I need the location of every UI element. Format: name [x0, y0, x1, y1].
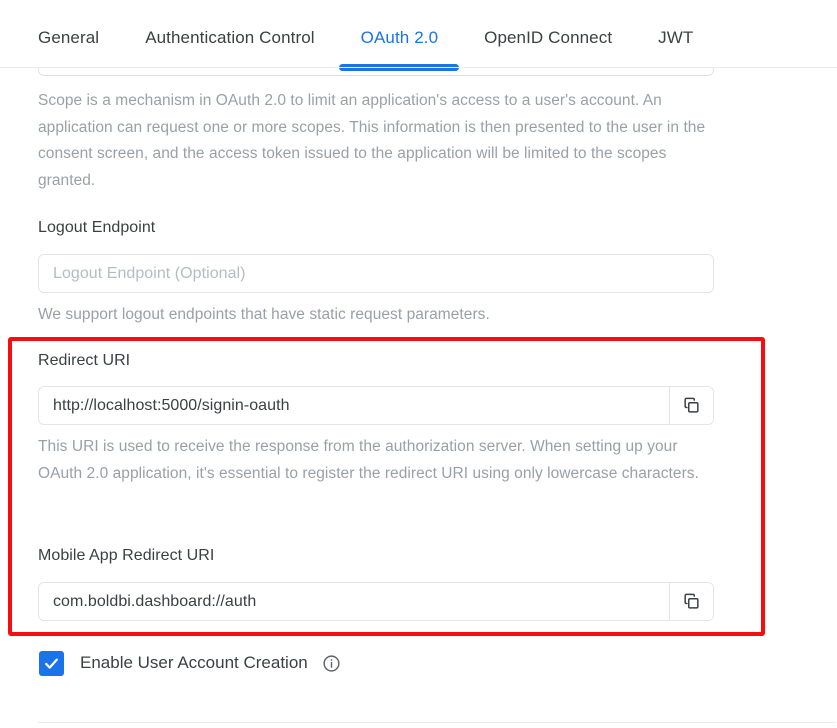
tab-label: OAuth 2.0	[360, 28, 439, 47]
copy-icon	[682, 592, 701, 611]
tab-authentication-control[interactable]: Authentication Control	[145, 22, 314, 50]
mobile-redirect-uri-label: Mobile App Redirect URI	[38, 547, 215, 564]
redirect-uri-copy-button[interactable]	[669, 387, 713, 424]
logout-endpoint-field[interactable]: Logout Endpoint (Optional)	[38, 254, 714, 293]
tab-list: General Authentication Control OAuth 2.0…	[38, 22, 693, 71]
tab-general[interactable]: General	[38, 22, 99, 50]
redirect-uri-helper-text: This URI is used to receive the response…	[38, 438, 699, 482]
oauth-settings-panel: Scope is a mechanism in OAuth 2.0 to lim…	[0, 0, 837, 728]
logout-endpoint-helper-text: We support logout endpoints that have st…	[38, 306, 490, 323]
tab-label: JWT	[658, 28, 694, 47]
tabbar-divider	[0, 67, 837, 68]
logout-endpoint-input[interactable]: Logout Endpoint (Optional)	[39, 255, 713, 292]
logout-endpoint-label: Logout Endpoint	[38, 219, 156, 236]
info-icon[interactable]	[322, 654, 341, 673]
enable-user-account-creation-checkbox[interactable]	[39, 650, 64, 676]
enable-user-account-creation-row[interactable]: Enable User Account Creation	[39, 650, 341, 676]
tab-label: OpenID Connect	[484, 28, 613, 47]
redirect-uri-label: Redirect URI	[38, 352, 131, 369]
mobile-redirect-uri-copy-button[interactable]	[669, 583, 713, 620]
tab-label: Authentication Control	[145, 28, 315, 47]
scope-helper-text: Scope is a mechanism in OAuth 2.0 to lim…	[38, 92, 706, 189]
bottom-divider	[38, 722, 836, 723]
tab-jwt[interactable]: JWT	[658, 22, 693, 50]
redirect-uri-field[interactable]: http://localhost:5000/signin-oauth	[38, 386, 714, 425]
redirect-uri-input[interactable]: http://localhost:5000/signin-oauth	[39, 387, 669, 424]
check-icon	[43, 655, 60, 672]
enable-user-account-creation-label: Enable User Account Creation	[80, 653, 308, 672]
tab-openid-connect[interactable]: OpenID Connect	[484, 22, 612, 50]
mobile-redirect-uri-field[interactable]: com.boldbi.dashboard://auth	[38, 582, 714, 621]
copy-icon	[682, 396, 701, 415]
settings-tabbar: General Authentication Control OAuth 2.0…	[0, 0, 837, 71]
mobile-redirect-uri-input[interactable]: com.boldbi.dashboard://auth	[39, 583, 669, 620]
tab-label: General	[38, 28, 100, 47]
tab-oauth-2[interactable]: OAuth 2.0	[339, 22, 460, 71]
